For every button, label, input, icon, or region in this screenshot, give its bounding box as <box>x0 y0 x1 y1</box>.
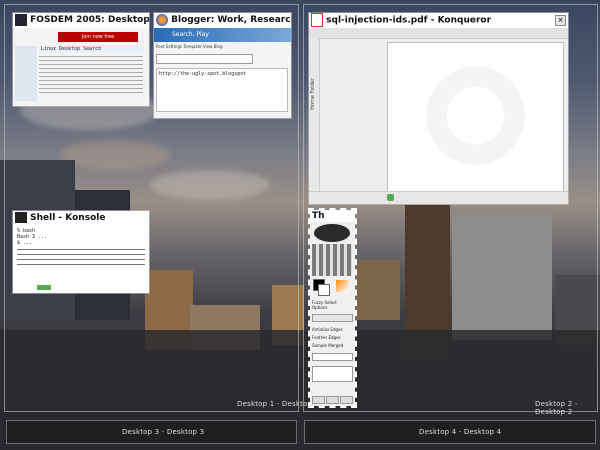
terminal-output <box>17 249 145 269</box>
window-gimp-toolbox[interactable]: Th Fuzzy Select Options Antialias Edges … <box>308 208 357 408</box>
tool-grid[interactable] <box>312 244 352 276</box>
desktop-3-bar[interactable]: Desktop 3 - Desktop 3 <box>6 420 297 444</box>
background-color[interactable] <box>318 284 330 296</box>
window-konqueror[interactable]: sql-injection-ids.pdf - Konqueror × Home… <box>308 12 569 205</box>
terminal-highlight <box>37 285 51 290</box>
window-title[interactable]: Shell - Konsole <box>13 211 149 226</box>
reset-button[interactable] <box>312 396 325 404</box>
article-text <box>39 56 143 96</box>
window-title-text: Shell - Konsole <box>30 213 106 223</box>
window-fosdem[interactable]: FOSDEM 2005: Desktop Search Inter Join n… <box>12 12 150 107</box>
window-title[interactable]: FOSDEM 2005: Desktop Search Inter <box>13 13 149 28</box>
wilber-icon <box>314 224 350 242</box>
toolbar[interactable] <box>309 28 568 39</box>
brush-preview[interactable] <box>336 280 348 292</box>
opt-feather[interactable]: Feather Edges <box>312 335 353 340</box>
terminal-icon <box>15 212 27 223</box>
options-bottom[interactable] <box>312 366 353 382</box>
bottom-buttons[interactable] <box>312 396 353 404</box>
tab-settings[interactable]: Settings <box>166 44 182 49</box>
opt-sample-merged[interactable]: Sample Merged <box>312 343 353 348</box>
window-content[interactable]: Home Folder <box>309 28 568 204</box>
blogger-header: Search, Play <box>154 28 291 42</box>
desktop-4-bar[interactable]: Desktop 4 - Desktop 4 <box>304 420 596 444</box>
terminal-line: $ ... <box>17 240 33 246</box>
status-bar <box>309 191 568 204</box>
restore-button[interactable] <box>326 396 339 404</box>
firefox-icon <box>156 13 168 26</box>
home-folder-tab[interactable]: Home Folder <box>310 78 316 110</box>
kde-app-icon <box>15 13 27 26</box>
post-title-input[interactable] <box>156 54 253 64</box>
terminal-area[interactable]: % bash Bash 3 ... $ ... <box>13 226 149 293</box>
tab-view-blog[interactable]: View Blog <box>203 44 223 49</box>
threshold-field[interactable] <box>312 353 353 361</box>
tab-template[interactable]: Template <box>183 44 201 49</box>
pdf-icon <box>311 13 323 27</box>
tab-bar[interactable]: Post Settings Template View Blog <box>156 44 223 49</box>
desktop-4-label: Desktop 4 - Desktop 4 <box>419 428 502 436</box>
window-title[interactable]: Th <box>310 210 355 222</box>
banner-ad[interactable]: Join now free <box>58 32 138 42</box>
window-title-text: FOSDEM 2005: Desktop Search Inter <box>30 15 149 25</box>
close-button[interactable]: × <box>555 15 566 26</box>
save-button[interactable] <box>340 396 353 404</box>
pdf-page[interactable] <box>387 42 564 194</box>
desktop-1-label: Desktop 1 - Desktop 1 <box>237 400 320 408</box>
window-title[interactable]: Blogger: Work, Research, Play <box>154 13 291 28</box>
tool-options-panel[interactable]: Fuzzy Select Options Antialias Edges Fea… <box>312 300 353 382</box>
article-link[interactable]: Linux Desktop Search <box>41 46 101 52</box>
status-icon <box>387 194 394 201</box>
window-content[interactable]: Search, Play Post Settings Template View… <box>154 28 291 118</box>
window-title[interactable]: sql-injection-ids.pdf - Konqueror × <box>309 13 568 28</box>
window-title-text: sql-injection-ids.pdf - Konqueror <box>326 15 492 26</box>
window-content[interactable]: Fuzzy Select Options Antialias Edges Fea… <box>310 222 355 406</box>
kde-gear-watermark <box>418 58 533 173</box>
opt-antialias[interactable]: Antialias Edges <box>312 327 353 332</box>
sidebar-nav[interactable] <box>15 46 37 101</box>
post-body-text: http://the-ugly-spot.blogspot <box>159 71 247 77</box>
window-title-text: Th <box>312 211 325 221</box>
mode-buttons[interactable] <box>312 314 353 322</box>
window-konsole[interactable]: Shell - Konsole % bash Bash 3 ... $ ... <box>12 210 150 294</box>
post-body-editor[interactable]: http://the-ugly-spot.blogspot <box>156 68 288 112</box>
tab-post[interactable]: Post <box>156 44 164 49</box>
window-title-text: Blogger: Work, Research, Play <box>171 15 291 25</box>
window-content[interactable]: Join now free Linux Desktop Search <box>13 28 149 106</box>
desktop-3-label: Desktop 3 - Desktop 3 <box>122 428 205 436</box>
tool-options-title: Fuzzy Select Options <box>312 300 337 310</box>
sidebar-tabs[interactable]: Home Folder <box>309 38 320 192</box>
desktop-2-label: Desktop 2 - Desktop 2 <box>535 400 578 416</box>
window-blogger[interactable]: Blogger: Work, Research, Play Search, Pl… <box>153 12 292 119</box>
